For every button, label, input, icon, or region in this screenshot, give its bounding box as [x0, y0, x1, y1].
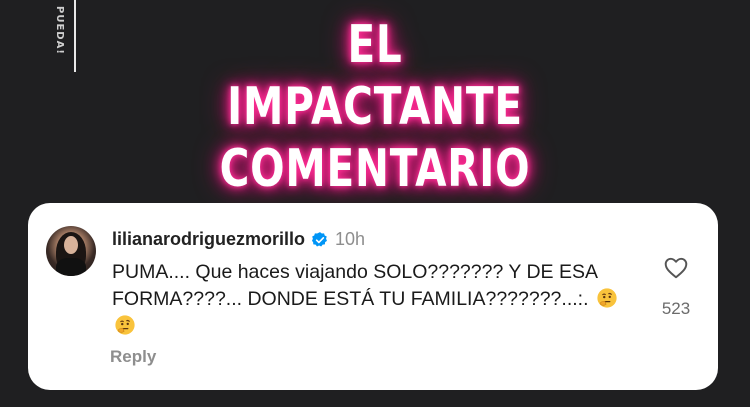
like-count: 523 [661, 299, 691, 318]
comment-text: PUMA.... Que haces viajando SOLO??????? … [112, 259, 632, 340]
side-caption: PUEDA! [54, 6, 65, 55]
thinking-face-emoji-icon [115, 315, 135, 335]
heart-icon[interactable] [663, 255, 689, 281]
comment-card: lilianarodriguezmorillo 10h PUMA.... Que… [28, 203, 718, 390]
comment-timestamp: 10h [335, 229, 366, 249]
headline-line-1: EL IMPACTANTE [227, 15, 523, 137]
headline: EL IMPACTANTE COMENTARIO [200, 14, 551, 200]
thinking-face-emoji-icon [597, 288, 617, 308]
username-link[interactable]: lilianarodriguezmorillo [112, 229, 305, 250]
avatar[interactable] [46, 226, 96, 276]
divider-line [74, 0, 76, 72]
reply-button[interactable]: Reply [110, 347, 156, 367]
headline-line-2: COMENTARIO [219, 139, 531, 199]
verified-badge-icon [312, 231, 328, 246]
comment-body: PUMA.... Que haces viajando SOLO??????? … [112, 261, 597, 310]
comment-header: lilianarodriguezmorillo 10h [112, 229, 365, 250]
